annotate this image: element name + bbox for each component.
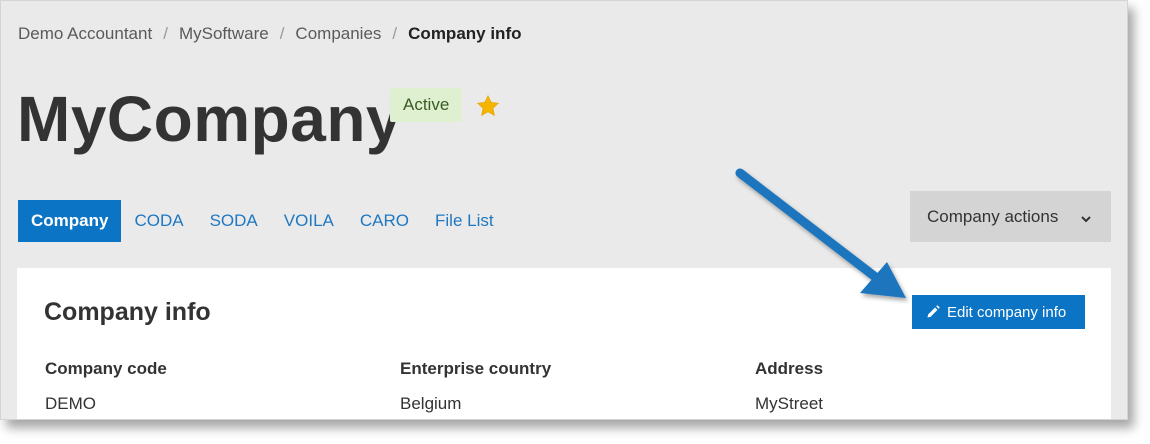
status-badge: Active (390, 88, 463, 122)
field-value: MyStreet (755, 394, 824, 413)
tab-file-list[interactable]: File List (422, 200, 507, 242)
company-actions-label: Company actions (927, 206, 1059, 226)
field-value: DEMO (45, 394, 96, 413)
company-actions-dropdown[interactable]: Company actions (910, 191, 1111, 242)
tab-bar: Company CODA SODA VOILA CARO File List (18, 200, 507, 242)
tab-company[interactable]: Company (18, 200, 122, 242)
field-company-code: Company code DEMO (45, 359, 167, 414)
tab-caro[interactable]: CARO (347, 200, 422, 242)
company-info-card: Company info Edit company info Company c… (17, 268, 1111, 419)
tab-coda[interactable]: CODA (121, 200, 196, 242)
field-label: Enterprise country (400, 359, 552, 378)
breadcrumb-item-software[interactable]: MySoftware (179, 24, 269, 44)
breadcrumb-item-companies[interactable]: Companies (295, 24, 381, 44)
field-label: Company code (45, 359, 167, 378)
screenshot-frame: Demo Accountant / MySoftware / Companies… (0, 0, 1128, 420)
breadcrumb-current: Company info (408, 24, 522, 43)
breadcrumb-separator: / (279, 24, 285, 43)
field-value: Belgium (400, 394, 462, 413)
tab-soda[interactable]: SODA (197, 200, 271, 242)
breadcrumb-item-accountant[interactable]: Demo Accountant (18, 24, 152, 44)
tab-voila[interactable]: VOILA (271, 200, 347, 242)
edit-company-info-button[interactable]: Edit company info (912, 295, 1085, 329)
pencil-icon (926, 305, 940, 319)
breadcrumb-separator: / (392, 24, 398, 43)
chevron-down-icon (1080, 210, 1092, 223)
star-icon[interactable] (475, 93, 501, 119)
field-address: Address MyStreet (755, 359, 823, 414)
field-label: Address (755, 359, 824, 378)
field-enterprise-country: Enterprise country Belgium (400, 359, 551, 414)
card-title: Company info (44, 298, 211, 326)
edit-company-info-label: Edit company info (947, 303, 1067, 321)
breadcrumb: Demo Accountant / MySoftware / Companies… (18, 22, 522, 46)
page-title: MyCompany (17, 83, 402, 155)
breadcrumb-separator: / (163, 24, 168, 43)
